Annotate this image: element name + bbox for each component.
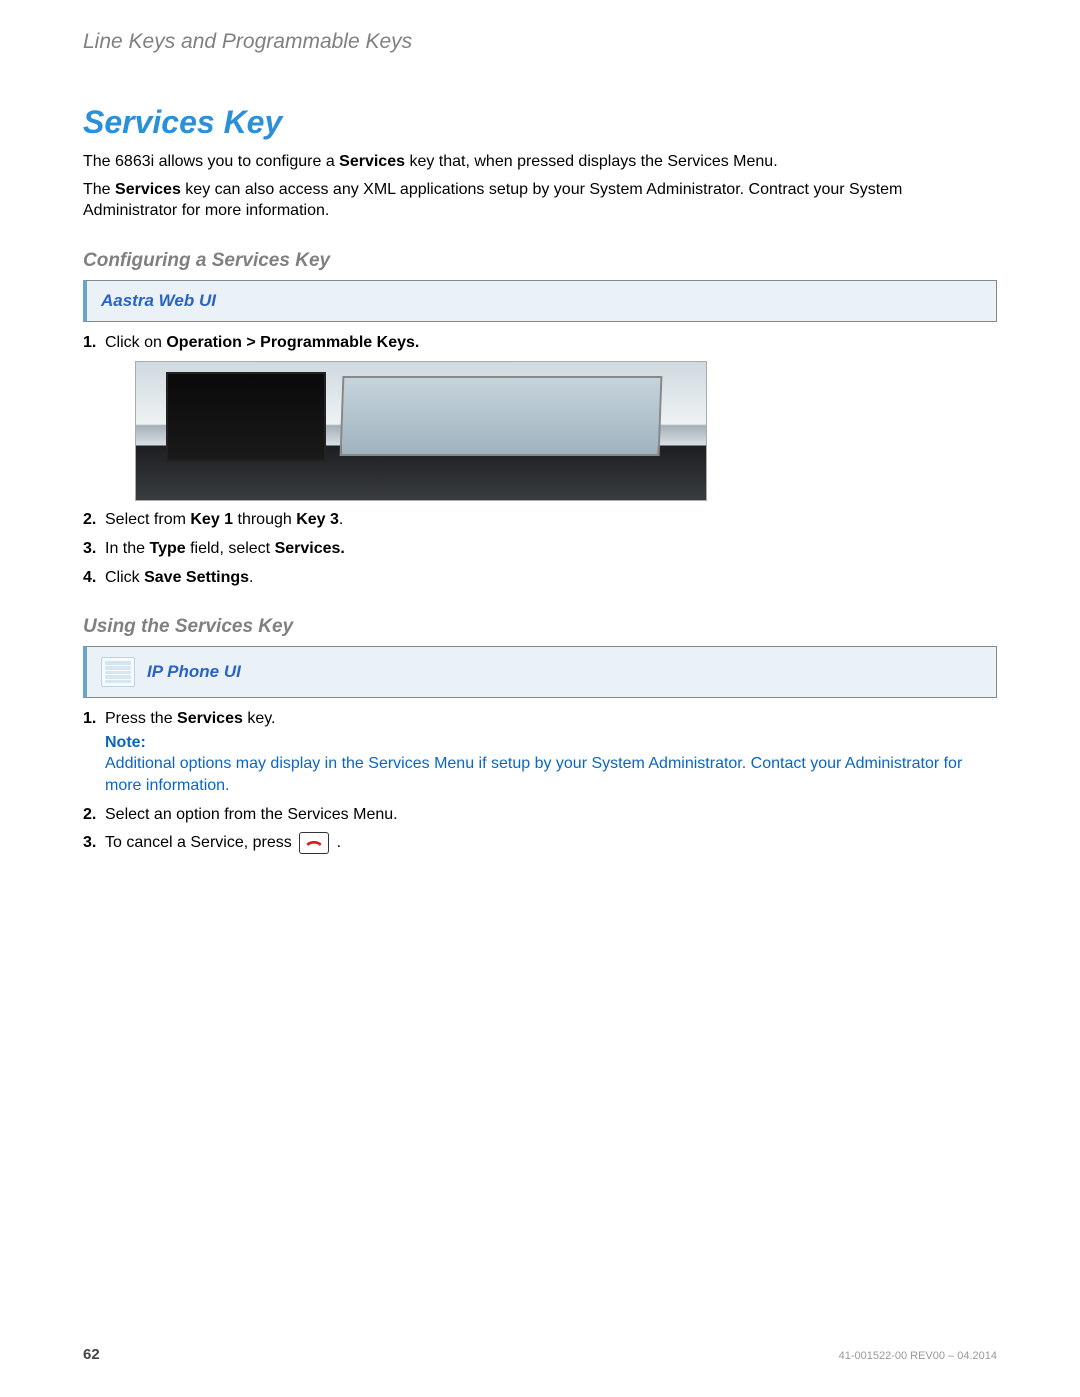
- text: In the: [105, 540, 149, 557]
- step-number: 1.: [83, 708, 96, 730]
- intro-paragraph-2: The Services key can also access any XML…: [83, 179, 997, 222]
- text: Click on: [105, 334, 166, 351]
- text: To cancel a Service, press: [105, 834, 296, 851]
- text-bold: Save Settings: [144, 569, 249, 586]
- text: key.: [243, 710, 276, 727]
- text-bold: Key 3: [296, 511, 339, 528]
- ip-phone-ui-banner: IP Phone UI: [83, 646, 997, 698]
- using-steps: 1. Press the Services key. Note: Additio…: [83, 708, 997, 854]
- step-3: 3. In the Type field, select Services.: [83, 538, 997, 560]
- text-bold: Key 1: [190, 511, 233, 528]
- step-3: 3. To cancel a Service, press .: [83, 832, 997, 854]
- text-bold: Services: [115, 181, 181, 198]
- text: Click: [105, 569, 144, 586]
- text: key that, when pressed displays the Serv…: [405, 153, 778, 170]
- step-number: 1.: [83, 332, 96, 354]
- ip-phone-icon: [101, 657, 135, 687]
- step-2: 2. Select an option from the Services Me…: [83, 804, 997, 826]
- text: Press the: [105, 710, 177, 727]
- web-ui-banner: Aastra Web UI: [83, 280, 997, 322]
- note-block: Note: Additional options may display in …: [105, 732, 997, 797]
- note-label: Note:: [105, 734, 146, 751]
- step-1: 1. Click on Operation > Programmable Key…: [83, 332, 997, 502]
- text-bold: Services.: [275, 540, 345, 557]
- step-number: 2.: [83, 804, 96, 826]
- ip-phone-ui-banner-label: IP Phone UI: [147, 662, 241, 682]
- intro-paragraph-1: The 6863i allows you to configure a Serv…: [83, 151, 997, 173]
- text: Select from: [105, 511, 190, 528]
- step-1: 1. Press the Services key. Note: Additio…: [83, 708, 997, 796]
- text: .: [337, 834, 341, 851]
- page-footer: 62 41-001522-00 REV00 – 04.2014: [83, 1346, 997, 1363]
- step-number: 3.: [83, 832, 96, 854]
- text: through: [233, 511, 296, 528]
- step-number: 3.: [83, 538, 96, 560]
- text: field, select: [186, 540, 275, 557]
- web-ui-banner-label: Aastra Web UI: [101, 291, 216, 311]
- programmable-keys-screenshot: [135, 361, 707, 501]
- step-4: 4. Click Save Settings.: [83, 567, 997, 589]
- using-title: Using the Services Key: [83, 616, 997, 638]
- step-2: 2. Select from Key 1 through Key 3.: [83, 509, 997, 531]
- text-bold: Operation > Programmable Keys.: [166, 334, 419, 351]
- note-text: Additional options may display in the Se…: [105, 755, 962, 794]
- text: Select an option from the Services Menu.: [105, 806, 398, 823]
- page-number: 62: [83, 1346, 100, 1363]
- text: .: [339, 511, 343, 528]
- step-number: 2.: [83, 509, 96, 531]
- text-bold: Services: [177, 710, 243, 727]
- step-number: 4.: [83, 567, 96, 589]
- configuring-title: Configuring a Services Key: [83, 250, 997, 272]
- running-header: Line Keys and Programmable Keys: [83, 30, 997, 54]
- text: The: [83, 181, 115, 198]
- section-title: Services Key: [83, 104, 997, 141]
- configuring-steps: 1. Click on Operation > Programmable Key…: [83, 332, 997, 588]
- text: The 6863i allows you to configure a: [83, 153, 339, 170]
- text-bold: Type: [149, 540, 185, 557]
- text-bold: Services: [339, 153, 405, 170]
- text: .: [249, 569, 253, 586]
- document-id: 41-001522-00 REV00 – 04.2014: [839, 1350, 997, 1362]
- text: key can also access any XML applications…: [83, 181, 902, 220]
- hangup-key-icon: [299, 832, 329, 854]
